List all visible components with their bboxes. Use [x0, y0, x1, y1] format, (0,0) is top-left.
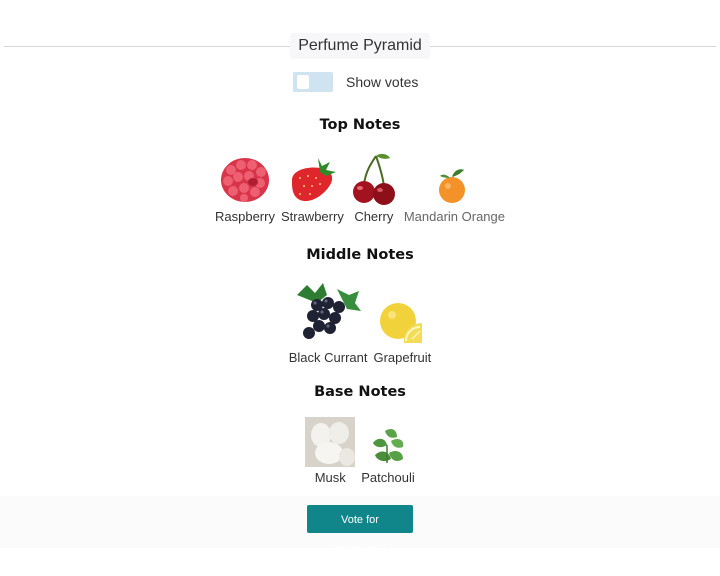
- top-notes-heading: Top Notes: [319, 117, 401, 133]
- middle-notes-row: Black Currant Grapefruit: [0, 281, 720, 365]
- vote-for-ingredients-button[interactable]: Vote for Ingredients: [307, 505, 413, 554]
- middle-notes-heading: Middle Notes: [306, 247, 414, 263]
- note-label: Patchouli: [361, 470, 415, 485]
- note-label: Black Currant: [288, 350, 368, 365]
- note-patchouli[interactable]: Patchouli: [361, 417, 415, 485]
- cherry-icon: [352, 153, 395, 205]
- note-label: Cherry: [354, 209, 394, 224]
- base-notes-heading: Base Notes: [314, 384, 406, 400]
- mandarin-orange-icon: [439, 169, 466, 203]
- musk-icon: [305, 417, 356, 467]
- note-black-currant[interactable]: Black Currant: [288, 281, 368, 365]
- show-votes-toggle-row: Show votes: [293, 72, 418, 92]
- base-notes-row: Musk Patchouli: [0, 417, 720, 485]
- note-label: Grapefruit: [373, 350, 432, 365]
- note-label: Strawberry: [280, 209, 344, 224]
- note-label: Musk: [314, 470, 346, 485]
- top-notes-row: Raspberry Strawberry Cherry Mandarin Ora…: [0, 150, 720, 224]
- patchouli-icon: [372, 429, 404, 463]
- note-cherry[interactable]: Cherry: [350, 150, 398, 224]
- note-strawberry[interactable]: Strawberry: [281, 150, 344, 224]
- raspberry-icon: [220, 158, 269, 202]
- note-label: Raspberry: [215, 209, 275, 224]
- note-label: Mandarin Orange: [403, 209, 505, 224]
- show-votes-label: Show votes: [346, 74, 419, 90]
- note-raspberry[interactable]: Raspberry: [215, 150, 275, 224]
- grapefruit-icon: [380, 303, 423, 343]
- black-currant-icon: [297, 283, 362, 339]
- note-musk[interactable]: Musk: [305, 417, 356, 485]
- note-grapefruit[interactable]: Grapefruit: [373, 291, 431, 365]
- strawberry-icon: [292, 158, 337, 202]
- show-votes-toggle[interactable]: [293, 72, 333, 92]
- toggle-knob: [297, 75, 309, 89]
- page-title: Perfume Pyramid: [290, 33, 430, 59]
- note-mandarin-orange[interactable]: Mandarin Orange: [404, 150, 505, 224]
